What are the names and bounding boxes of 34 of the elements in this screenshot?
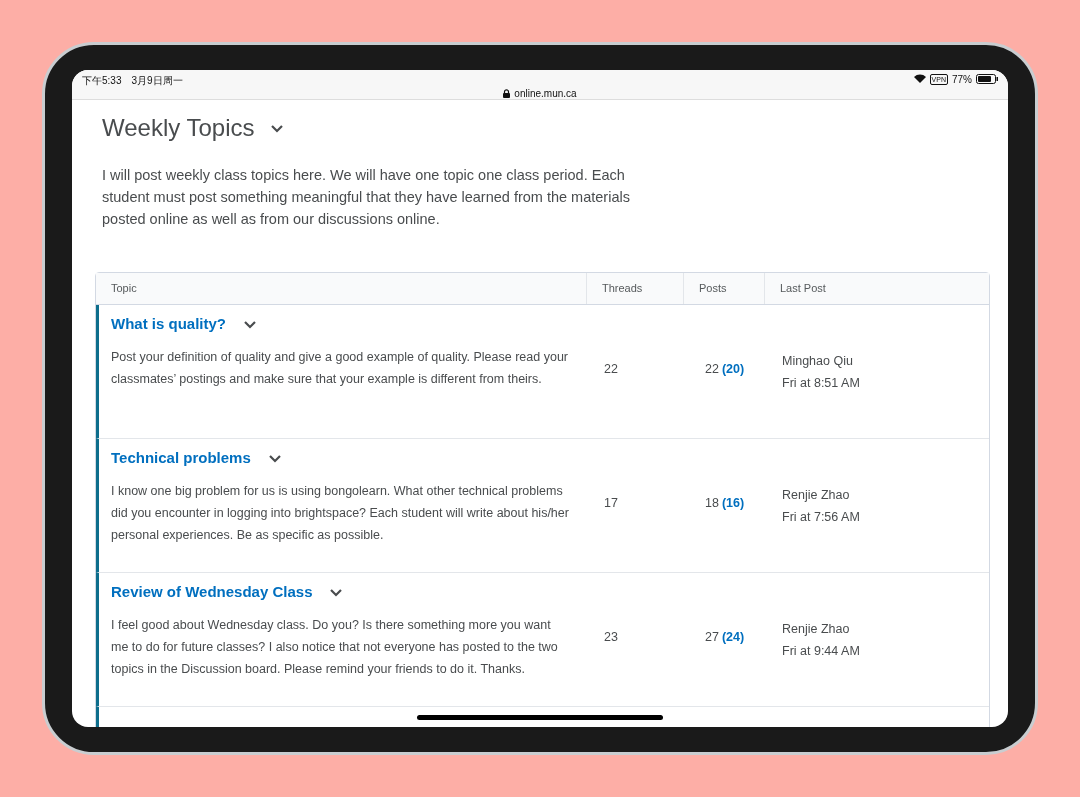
threads-count: 23 <box>604 630 618 644</box>
last-post-author: Renjie Zhao <box>782 621 850 638</box>
column-header: Last Post <box>780 282 826 294</box>
last-post-time: Fri at 8:51 AM <box>782 375 860 392</box>
unread-count-link[interactable]: (16) <box>721 496 745 510</box>
last-post-author: Renjie Zhao <box>782 487 850 504</box>
last-post-time: Fri at 7:56 AM <box>782 509 860 526</box>
threads-count: 22 <box>604 362 618 376</box>
topic-description: Post your definition of quality and give a good example of quality. Please read your classmates’ postings and make sure that your example is different from theirs. <box>111 349 569 388</box>
page-title: Weekly Topics <box>102 114 255 142</box>
column-header: Posts <box>699 282 727 294</box>
wifi-icon <box>913 74 926 83</box>
lock-icon <box>503 89 511 98</box>
battery-percent: 77% <box>952 74 972 85</box>
topic-link[interactable]: Technical problems <box>111 449 251 466</box>
column-header: Threads <box>602 282 643 294</box>
posts-count: 22 <box>705 362 719 376</box>
description-text: I will post weekly class topics here. We will have one topic one class period. Each student must post something meaningful that they have learned from the materials posted online as well as from our discussions online. <box>102 166 631 229</box>
battery-icon <box>976 74 998 84</box>
unread-count-link[interactable]: (20) <box>721 362 745 376</box>
last-post-author: Minghao Qiu <box>782 353 853 370</box>
threads-count: 17 <box>604 496 618 510</box>
posts-count: 18 <box>705 496 719 510</box>
topic-link[interactable]: What is quality? <box>111 315 226 332</box>
topic-link[interactable]: Review of Wednesday Class <box>111 583 313 600</box>
unread-count-link[interactable]: (24) <box>721 630 745 644</box>
column-header: Topic <box>111 282 137 294</box>
clock: 下午5:33 <box>82 74 122 88</box>
last-post-time: Fri at 9:44 AM <box>782 643 860 660</box>
topic-description: I feel good about Wednesday class. Do you? Is there something more you want me to do for future classes? I also notice that not everyone has posted to the two topics in the Discussion board. Please remind your friends to do it. Thanks. <box>111 617 559 678</box>
date: 3月9日周一 <box>131 74 183 88</box>
posts-count: 27 <box>705 630 719 644</box>
topic-description: I know one big problem for us is using bongolearn. What other technical problems did you encounter in logging into brightspace? Each student will write about his/her personal experiences. Be as specific as possible. <box>111 483 569 544</box>
url-text[interactable]: online.mun.ca <box>514 88 577 99</box>
